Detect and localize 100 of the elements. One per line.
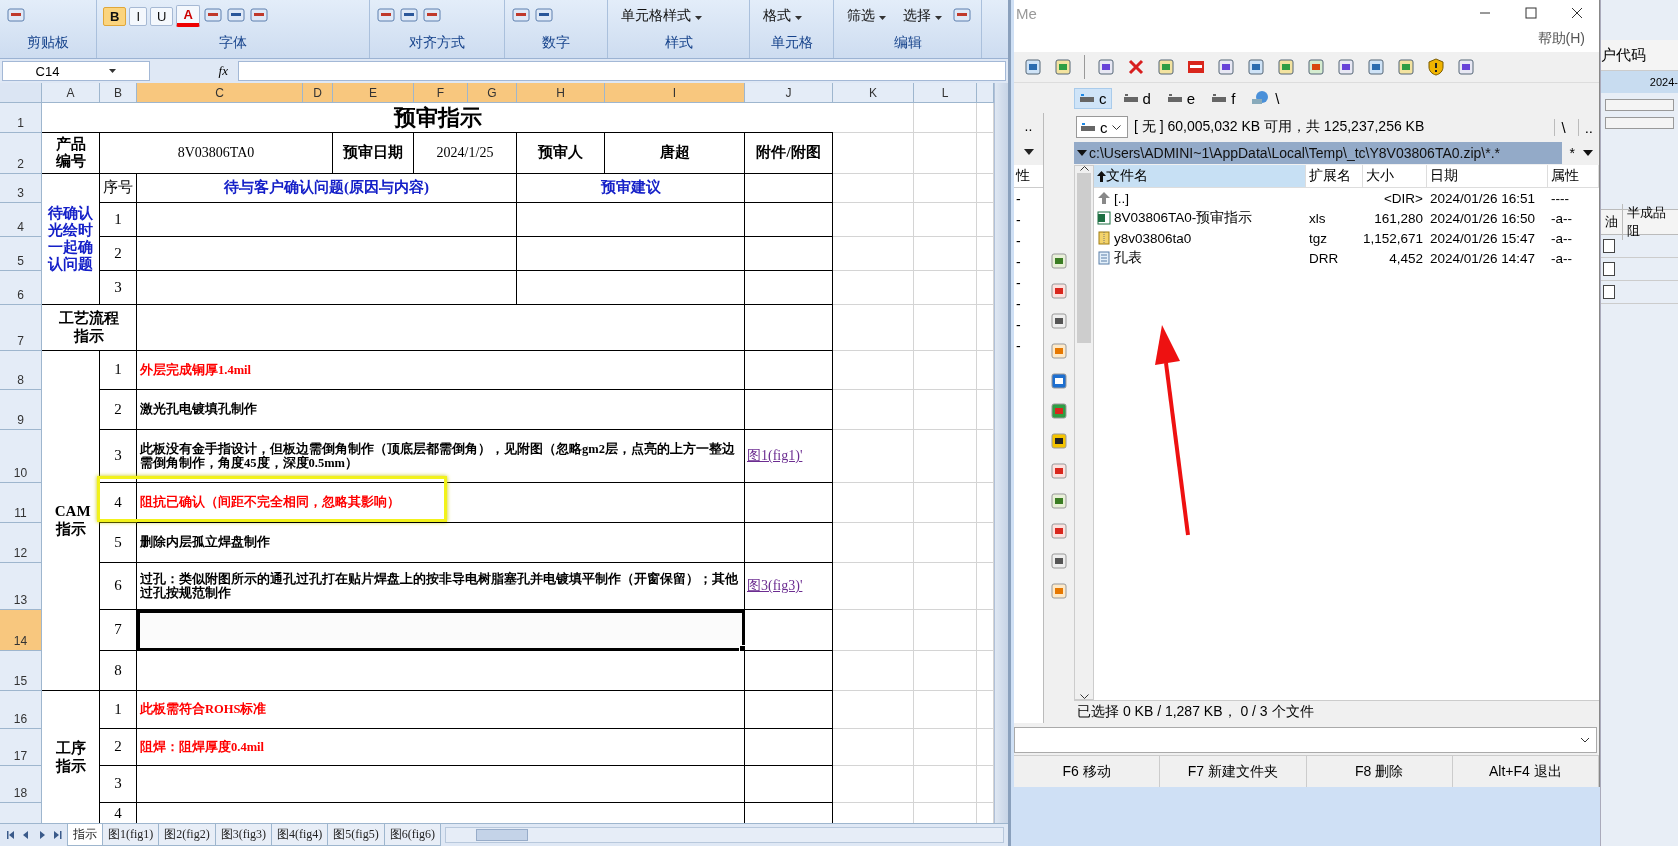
chevron-down-icon[interactable]: [1580, 737, 1590, 743]
column-header[interactable]: A: [42, 83, 100, 103]
column-header[interactable]: 大小: [1363, 165, 1427, 187]
sheet-navigation-icon[interactable]: [6, 829, 62, 841]
column-header[interactable]: L: [914, 83, 977, 103]
row-header[interactable]: 15: [0, 651, 42, 691]
column-header[interactable]: G: [468, 83, 517, 103]
font-color-button[interactable]: A: [176, 5, 200, 27]
ribbon-menu-button[interactable]: 选择: [895, 5, 949, 27]
empty-cell: [914, 133, 977, 174]
attachment-link[interactable]: 图1(fig1)': [745, 447, 803, 465]
ribbon-menu-button[interactable]: 单元格样式: [614, 5, 709, 27]
row-header[interactable]: 9: [0, 390, 42, 430]
file-extension: DRR: [1309, 250, 1339, 266]
sheet-tab[interactable]: 图5(fig5): [327, 824, 385, 846]
ribbon-menu-button[interactable]: 格式: [756, 5, 809, 27]
drive-button[interactable]: f: [1206, 87, 1241, 109]
insert-function-button[interactable]: fx: [218, 63, 234, 79]
column-header[interactable]: H: [517, 83, 605, 103]
checkbox[interactable]: [1603, 262, 1615, 276]
drive-button[interactable]: c: [1074, 87, 1112, 109]
column-header[interactable]: E: [333, 83, 414, 103]
row-header[interactable]: 10: [0, 430, 42, 483]
column-heading: 序号: [100, 174, 137, 203]
sheet-tab[interactable]: 指示: [67, 824, 103, 846]
name-box[interactable]: C14: [2, 61, 150, 81]
scrollbar-thumb[interactable]: [1077, 173, 1091, 343]
row-header[interactable]: 2: [0, 133, 42, 174]
table-cell: 激光孔电镀填孔制作: [137, 390, 745, 430]
column-header[interactable]: 日期: [1427, 165, 1548, 187]
file-name[interactable]: y8v03806ta0: [1114, 230, 1192, 246]
row-header[interactable]: 7: [0, 305, 42, 351]
column-header[interactable]: 性: [1014, 165, 1043, 188]
row-header[interactable]: 5: [0, 237, 42, 271]
drive-button[interactable]: d: [1117, 87, 1156, 109]
caret-icon[interactable]: [1023, 149, 1034, 155]
row-header[interactable]: 11: [0, 483, 42, 523]
row-header[interactable]: 8: [0, 351, 42, 390]
drive-button[interactable]: \: [1246, 87, 1285, 109]
drive-button[interactable]: e: [1161, 87, 1201, 109]
drive-dropdown[interactable]: c: [1076, 116, 1128, 138]
file-name[interactable]: 孔表: [1114, 249, 1142, 267]
filter-button[interactable]: *: [1569, 145, 1575, 161]
row-header[interactable]: 3: [0, 174, 42, 203]
column-header[interactable]: C: [137, 83, 303, 103]
table-cell: -: [1016, 274, 1021, 291]
column-header[interactable]: B: [100, 83, 137, 103]
empty-cell: [914, 351, 977, 390]
sheet-tab[interactable]: 图4(fig4): [271, 824, 329, 846]
delete-icon[interactable]: [1127, 58, 1145, 76]
root-button[interactable]: \: [1554, 118, 1572, 136]
column-header[interactable]: D: [303, 83, 333, 103]
column-header[interactable]: 扩展名: [1306, 165, 1363, 187]
column-header[interactable]: K: [833, 83, 914, 103]
horizontal-scrollbar[interactable]: [444, 827, 1004, 843]
column-header[interactable]: I: [605, 83, 745, 103]
column-header[interactable]: 属性: [1548, 165, 1599, 187]
row-header[interactable]: 4: [0, 203, 42, 237]
row-header[interactable]: 18: [0, 766, 42, 803]
vertical-scrollbar[interactable]: [1074, 165, 1094, 700]
scrollbar[interactable]: [1605, 117, 1674, 129]
vertical-scrollbar[interactable]: [994, 83, 1008, 823]
chevron-down-icon[interactable]: [1079, 694, 1089, 699]
row-header[interactable]: 14: [0, 610, 42, 651]
sheet-tab[interactable]: 图1(fig1): [102, 824, 160, 846]
field-label: 附件/附图: [745, 133, 833, 174]
column-header[interactable]: 文件名: [1094, 165, 1306, 187]
ribbon-menu-button[interactable]: 筛选: [840, 5, 893, 27]
menu-item[interactable]: 帮助(H): [1537, 30, 1585, 48]
format-toggle-button[interactable]: I: [129, 6, 147, 26]
row-header[interactable]: 17: [0, 729, 42, 766]
row-header[interactable]: 6: [0, 271, 42, 305]
caret-icon[interactable]: [1583, 150, 1593, 156]
parent-directory-button[interactable]: ..: [1024, 118, 1033, 134]
close-icon[interactable]: [1571, 7, 1583, 19]
empty-cell: [914, 174, 977, 203]
sheet-tab[interactable]: 图3(fig3): [214, 824, 272, 846]
command-line-field[interactable]: [1014, 727, 1597, 753]
format-toggle-button[interactable]: U: [150, 6, 174, 26]
checkbox[interactable]: [1603, 239, 1615, 253]
formula-input[interactable]: [238, 61, 1006, 81]
row-header[interactable]: 1: [0, 103, 42, 133]
row-header[interactable]: 16: [0, 691, 42, 729]
maximize-icon[interactable]: [1525, 7, 1537, 19]
fill-handle[interactable]: [739, 645, 746, 652]
column-header[interactable]: F: [414, 83, 468, 103]
chevron-up-icon[interactable]: [1079, 166, 1089, 171]
scrollbar[interactable]: [1605, 99, 1674, 111]
column-header[interactable]: J: [745, 83, 833, 103]
parent-directory-button[interactable]: ..: [1577, 118, 1599, 136]
checkbox[interactable]: [1603, 285, 1615, 299]
format-toggle-button[interactable]: B: [103, 6, 127, 26]
attachment-link[interactable]: 图3(fig3)': [745, 577, 803, 595]
sheet-tab[interactable]: 图6(fig6): [383, 824, 441, 846]
file-name[interactable]: 8V03806TA0-预审指示: [1114, 209, 1253, 227]
sheet-tab[interactable]: 图2(fig2): [158, 824, 216, 846]
row-header[interactable]: 13: [0, 563, 42, 610]
file-name[interactable]: [..]: [1114, 190, 1129, 206]
path-bar[interactable]: c:\Users\ADMINI~1\AppData\Local\Temp\_tc\Y8V03806TA0.zip\*.*: [1074, 142, 1562, 164]
row-header[interactable]: 12: [0, 523, 42, 563]
